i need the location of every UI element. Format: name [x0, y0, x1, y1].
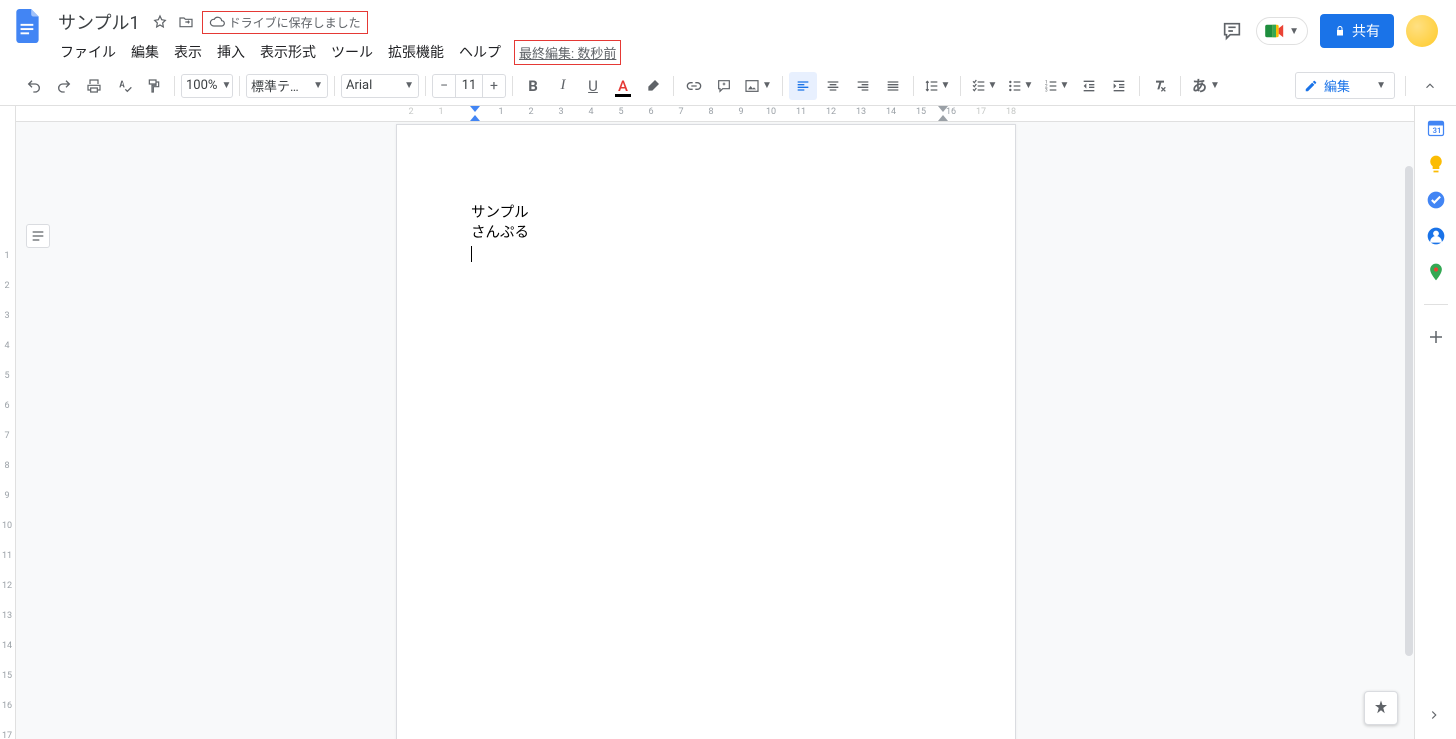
bold-button[interactable]: B — [519, 72, 547, 100]
collapse-toolbar-button[interactable] — [1416, 72, 1444, 100]
menu-view[interactable]: 表示 — [168, 38, 208, 66]
calendar-icon[interactable]: 31 — [1426, 118, 1446, 138]
menu-extensions[interactable]: 拡張機能 — [382, 38, 450, 66]
menu-insert[interactable]: 挿入 — [211, 38, 251, 66]
contacts-icon[interactable] — [1426, 226, 1446, 246]
indent-increase-button[interactable] — [1105, 72, 1133, 100]
checklist-button[interactable]: ▼ — [967, 72, 1001, 100]
align-right-button[interactable] — [849, 72, 877, 100]
font-size-group: − 11 + — [432, 74, 506, 98]
save-status-text: ドライブに保存しました — [229, 14, 361, 31]
maps-icon[interactable] — [1426, 262, 1446, 282]
svg-text:3: 3 — [1045, 87, 1048, 93]
tasks-icon[interactable] — [1426, 190, 1446, 210]
editing-mode-button[interactable]: 編集 ▼ — [1295, 72, 1395, 99]
sidepanel-toggle-button[interactable] — [1424, 705, 1444, 725]
doc-title[interactable]: サンプル1 — [54, 8, 144, 36]
clear-formatting-button[interactable] — [1146, 72, 1174, 100]
image-button[interactable]: ▼ — [740, 72, 776, 100]
doc-line-2[interactable]: さんぷる — [471, 223, 941, 243]
spellcheck-button[interactable] — [110, 72, 138, 100]
chevron-down-icon: ▼ — [1289, 26, 1299, 37]
font-size-value[interactable]: 11 — [455, 75, 483, 97]
indent-decrease-button[interactable] — [1075, 72, 1103, 100]
side-panel: 31 — [1414, 106, 1456, 739]
menu-tools[interactable]: ツール — [325, 38, 379, 66]
ime-button[interactable]: あ▼ — [1187, 72, 1225, 100]
avatar[interactable] — [1406, 15, 1438, 47]
numbered-list-button[interactable]: 123▼ — [1039, 72, 1073, 100]
save-status[interactable]: ドライブに保存しました — [202, 11, 368, 34]
menu-help[interactable]: ヘルプ — [453, 38, 507, 66]
doc-line-1[interactable]: サンプル — [471, 203, 941, 223]
svg-text:31: 31 — [1432, 126, 1441, 135]
share-button[interactable]: 共有 — [1320, 14, 1394, 48]
redo-button[interactable] — [50, 72, 78, 100]
meet-button[interactable]: ▼ — [1256, 17, 1308, 45]
italic-button[interactable]: I — [549, 72, 577, 100]
menu-file[interactable]: ファイル — [54, 38, 122, 66]
underline-button[interactable]: U — [579, 72, 607, 100]
document-page[interactable]: サンプル さんぷる — [396, 124, 1016, 739]
text-color-button[interactable]: A — [609, 72, 637, 100]
keep-icon[interactable] — [1426, 154, 1446, 174]
bulleted-list-button[interactable]: ▼ — [1003, 72, 1037, 100]
document-canvas[interactable]: 21123456789101112131415161718 サンプル さんぷる — [16, 106, 1414, 739]
comment-history-icon[interactable] — [1220, 19, 1244, 43]
move-icon[interactable] — [176, 12, 196, 32]
print-button[interactable] — [80, 72, 108, 100]
docs-logo[interactable] — [10, 8, 46, 44]
menu-edit[interactable]: 編集 — [125, 38, 165, 66]
share-label: 共有 — [1352, 21, 1380, 41]
paint-format-button[interactable] — [140, 72, 168, 100]
menu-format[interactable]: 表示形式 — [254, 38, 322, 66]
meet-icon — [1265, 22, 1287, 40]
doc-line-3[interactable] — [471, 244, 941, 264]
line-spacing-button[interactable]: ▼ — [920, 72, 954, 100]
explore-button[interactable] — [1364, 691, 1398, 725]
align-center-button[interactable] — [819, 72, 847, 100]
last-edit-link[interactable]: 最終編集: 数秒前 — [514, 40, 621, 65]
font-size-decrease[interactable]: − — [433, 75, 455, 97]
vertical-scrollbar[interactable] — [1404, 162, 1414, 739]
font-size-increase[interactable]: + — [483, 75, 505, 97]
link-button[interactable] — [680, 72, 708, 100]
toolbar: 100%▼ 標準テキス...▼ Arial▼ − 11 + B I U A ▼ … — [0, 66, 1456, 106]
horizontal-ruler[interactable]: 21123456789101112131415161718 — [16, 106, 1414, 122]
undo-button[interactable] — [20, 72, 48, 100]
vertical-ruler: 12345678910111213141516171819 — [0, 106, 16, 739]
comment-button[interactable] — [710, 72, 738, 100]
align-left-button[interactable] — [789, 72, 817, 100]
menubar: ファイル 編集 表示 挿入 表示形式 ツール 拡張機能 ヘルプ 最終編集: 数秒… — [54, 38, 1220, 66]
mode-label: 編集 — [1324, 76, 1350, 95]
highlight-button[interactable] — [639, 72, 667, 100]
pencil-icon — [1304, 79, 1318, 93]
font-dropdown[interactable]: Arial▼ — [341, 74, 419, 98]
align-justify-button[interactable] — [879, 72, 907, 100]
add-addon-icon[interactable] — [1426, 327, 1446, 347]
lock-icon — [1334, 25, 1346, 37]
paragraph-style-dropdown[interactable]: 標準テキス...▼ — [246, 74, 328, 98]
cloud-icon — [209, 14, 225, 30]
star-icon[interactable] — [150, 12, 170, 32]
zoom-dropdown[interactable]: 100%▼ — [181, 74, 233, 98]
